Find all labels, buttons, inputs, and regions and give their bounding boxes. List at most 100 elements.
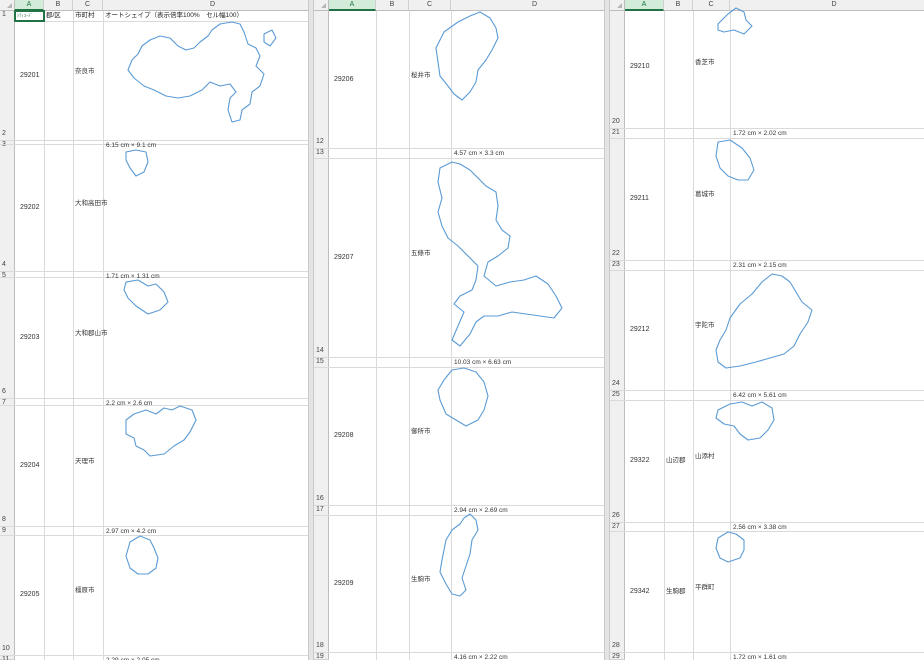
city-code-cell[interactable]: 29322 (630, 457, 649, 465)
city-code-cell[interactable]: 29205 (20, 591, 39, 599)
select-all-corner[interactable] (0, 0, 15, 11)
city-name-cell[interactable]: 宇陀市 (695, 322, 715, 330)
shape-size-cell[interactable]: 4.57 cm × 3.3 cm (454, 149, 504, 158)
column-header-b[interactable]: B (376, 0, 409, 11)
row-header-column (610, 11, 625, 660)
city-name-cell[interactable]: 桜井市 (411, 72, 431, 80)
row-number[interactable]: 25 (612, 391, 620, 399)
sheet-pane: A B C D 20 21 29210 香芝市 1.72 cm × 2.02 cm 22 23 292… (610, 0, 924, 660)
row-number[interactable]: 9 (2, 527, 6, 535)
row-number[interactable]: 14 (316, 347, 324, 357)
shape-size-cell[interactable]: 2.56 cm × 3.38 cm (733, 523, 787, 532)
row-number[interactable]: 4 (2, 261, 6, 271)
gridline (0, 398, 308, 399)
city-name-cell[interactable]: 天理市 (75, 458, 95, 466)
city-name-cell[interactable]: 橿原市 (75, 587, 95, 595)
shape-size-cell[interactable]: 1.72 cm × 2.02 cm (733, 129, 787, 138)
header-cell-district[interactable]: 郡/区 (46, 11, 61, 21)
row-number[interactable]: 16 (316, 495, 324, 505)
row-number[interactable]: 8 (2, 516, 6, 526)
row-number[interactable]: 20 (612, 118, 620, 128)
column-header-b[interactable]: B (664, 0, 693, 11)
city-code-cell[interactable]: 29204 (20, 462, 39, 470)
city-code-cell[interactable]: 29342 (630, 588, 649, 596)
column-header-a[interactable]: A (625, 0, 664, 11)
column-header-d[interactable]: D (103, 0, 308, 11)
row-number[interactable]: 21 (612, 129, 620, 137)
row-number[interactable]: 15 (316, 358, 324, 366)
pane-divider[interactable] (308, 0, 314, 660)
header-cell-city[interactable]: 市町村 (75, 11, 95, 21)
city-code-cell[interactable]: 29210 (630, 63, 649, 71)
row-number[interactable]: 12 (316, 138, 324, 148)
row-number[interactable]: 17 (316, 506, 324, 514)
column-header-c[interactable]: C (409, 0, 451, 11)
column-header-c[interactable]: C (693, 0, 730, 11)
row-number[interactable]: 19 (316, 653, 324, 660)
city-name-cell[interactable]: 大和高田市 (75, 200, 108, 208)
column-header-d[interactable]: D (730, 0, 924, 11)
shape-size-cell[interactable]: 6.42 cm × 5.61 cm (733, 391, 787, 400)
city-name-cell[interactable]: 平群町 (695, 584, 715, 592)
row-number[interactable]: 28 (612, 642, 620, 652)
spreadsheet-window: A B C D 1 ｼﾃｨｺｰﾄﾞ 郡/区 市町村 オートシェイプ（表示倍率100% セル幅10… (0, 0, 924, 660)
column-header-d[interactable]: D (451, 0, 604, 11)
row-number[interactable]: 23 (612, 261, 620, 269)
shape-size-cell[interactable]: 2.94 cm × 2.69 cm (454, 506, 508, 515)
column-header-a[interactable]: A (329, 0, 376, 11)
gridline (314, 367, 604, 368)
pane-divider[interactable] (604, 0, 610, 660)
city-code-cell[interactable]: 29202 (20, 204, 39, 212)
city-name-cell[interactable]: 香芝市 (695, 59, 715, 67)
city-code-cell[interactable]: 29201 (20, 72, 39, 80)
column-header-c[interactable]: C (73, 0, 103, 11)
row-number[interactable]: 18 (316, 642, 324, 652)
gridline (44, 11, 45, 660)
city-name-cell[interactable]: 大和郡山市 (75, 330, 108, 338)
city-name-cell[interactable]: 生駒市 (411, 576, 431, 584)
column-header-b[interactable]: B (44, 0, 73, 11)
city-code-cell[interactable]: 29208 (334, 432, 353, 440)
row-number[interactable]: 1 (2, 11, 6, 21)
select-all-corner[interactable] (610, 0, 625, 11)
row-number[interactable]: 6 (2, 388, 6, 398)
shape-size-cell[interactable]: 1.72 cm × 1.61 cm (733, 653, 787, 660)
header-cell-shape[interactable]: オートシェイプ（表示倍率100% セル幅100） (105, 11, 243, 21)
shape-size-cell[interactable]: 1.71 cm × 1.31 cm (106, 272, 160, 281)
shape-size-cell[interactable]: 10.03 cm × 6.63 cm (454, 358, 511, 367)
city-name-cell[interactable]: 御所市 (411, 428, 431, 436)
city-name-cell[interactable]: 山添村 (695, 453, 715, 461)
district-cell[interactable]: 山辺郡 (666, 457, 686, 465)
gridline (314, 158, 604, 159)
gridline (693, 11, 694, 660)
city-code-cell[interactable]: 29212 (630, 326, 649, 334)
row-number[interactable]: 13 (316, 149, 324, 157)
row-number[interactable]: 29 (612, 653, 620, 660)
row-number[interactable]: 26 (612, 512, 620, 522)
row-number[interactable]: 24 (612, 380, 620, 390)
shape-size-cell[interactable]: 2.97 cm × 4.2 cm (106, 527, 156, 536)
city-name-cell[interactable]: 五條市 (411, 250, 431, 258)
city-name-cell[interactable]: 葛城市 (695, 191, 715, 199)
row-number[interactable]: 10 (2, 645, 10, 655)
row-number[interactable]: 27 (612, 523, 620, 531)
shape-size-cell[interactable]: 2.31 cm × 2.15 cm (733, 261, 787, 270)
shape-size-cell[interactable]: 6.15 cm × 9.1 cm (106, 141, 156, 150)
city-code-cell[interactable]: 29203 (20, 334, 39, 342)
city-code-cell[interactable]: 29206 (334, 76, 353, 84)
gridline (451, 11, 452, 660)
select-all-corner[interactable] (314, 0, 329, 11)
city-code-cell[interactable]: 29211 (630, 195, 649, 203)
shape-size-cell[interactable]: 4.16 cm × 2.22 cm (454, 653, 508, 660)
shape-size-cell[interactable]: 2.2 cm × 2.6 cm (106, 399, 152, 408)
row-number[interactable]: 2 (2, 130, 6, 140)
row-number[interactable]: 22 (612, 250, 620, 260)
city-code-cell[interactable]: 29207 (334, 254, 353, 262)
row-number[interactable]: 3 (2, 141, 6, 149)
city-name-cell[interactable]: 奈良市 (75, 68, 95, 76)
row-number[interactable]: 5 (2, 272, 6, 280)
city-code-cell[interactable]: 29209 (334, 580, 353, 588)
shape-size-cell[interactable]: 2.29 cm × 2.05 cm (106, 656, 160, 660)
district-cell[interactable]: 生駒郡 (666, 588, 686, 596)
active-cell-selection[interactable] (14, 10, 45, 22)
